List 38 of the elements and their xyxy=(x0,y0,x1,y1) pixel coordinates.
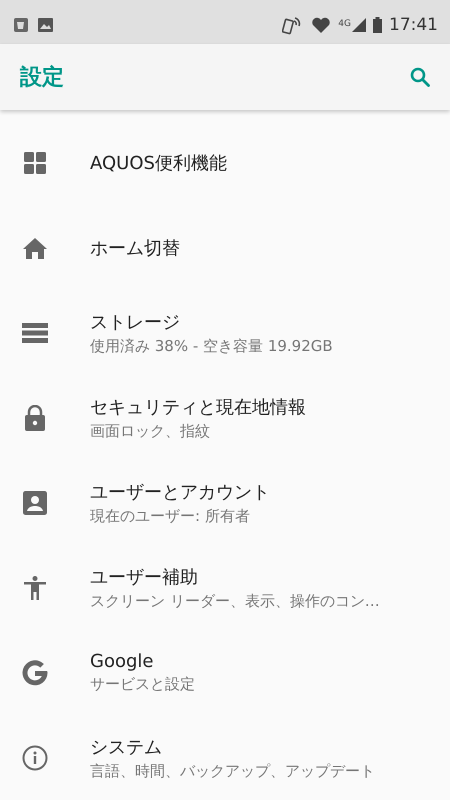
grid-icon xyxy=(23,150,47,174)
heart-icon xyxy=(311,16,332,34)
settings-item[interactable]: Google サービスと設定 xyxy=(0,630,450,715)
settings-item[interactable]: ストレージ 使用済み 38% - 空き容量 19.92GB xyxy=(0,290,450,375)
settings-item[interactable]: ホーム切替 xyxy=(0,205,450,290)
item-title: ホーム切替 xyxy=(90,236,180,260)
network-label: 4G xyxy=(338,19,351,29)
settings-item[interactable]: AQUOS便利機能 xyxy=(0,120,450,205)
image-icon xyxy=(38,18,53,32)
item-summary: 使用済み 38% - 空き容量 19.92GB xyxy=(90,336,333,356)
settings-item[interactable]: セキュリティと現在地情報 画面ロック、指紋 xyxy=(0,375,450,460)
item-title: AQUOS便利機能 xyxy=(90,152,227,174)
item-summary: 画面ロック、指紋 xyxy=(90,422,211,440)
storage-icon xyxy=(22,322,48,342)
item-title: ユーザー補助 xyxy=(90,566,199,588)
battery-icon xyxy=(373,17,382,33)
item-title: Google xyxy=(90,651,154,672)
account-icon xyxy=(23,490,47,514)
item-title: セキュリティと現在地情報 xyxy=(90,396,306,418)
item-summary: サービスと設定 xyxy=(90,675,195,694)
item-title: システム xyxy=(90,736,163,758)
item-summary: 言語、時間、バックアップ、アップデート xyxy=(90,762,375,780)
search-icon xyxy=(408,65,432,89)
g-letter-icon xyxy=(20,658,50,688)
item-summary: 現在のユーザー: 所有者 xyxy=(90,506,251,526)
home-icon xyxy=(23,236,47,258)
lock-icon xyxy=(25,404,45,430)
page-title: 設定 xyxy=(20,64,64,92)
item-title: ユーザーとアカウント xyxy=(90,480,270,504)
settings-item[interactable]: システム 言語、時間、バックアップ、アップデート xyxy=(0,715,450,800)
settings-item[interactable]: ユーザー補助 スクリーン リーダー、表示、操作のコン… xyxy=(0,545,450,630)
item-title: ストレージ xyxy=(90,310,181,334)
item-summary: スクリーン リーダー、表示、操作のコン… xyxy=(90,592,380,610)
accessibility-icon xyxy=(24,576,46,600)
clock: 17:41 xyxy=(389,15,438,35)
settings-item[interactable]: ユーザーとアカウント 現在のユーザー: 所有者 xyxy=(0,460,450,545)
info-icon xyxy=(22,744,48,770)
signal-icon xyxy=(352,18,366,32)
